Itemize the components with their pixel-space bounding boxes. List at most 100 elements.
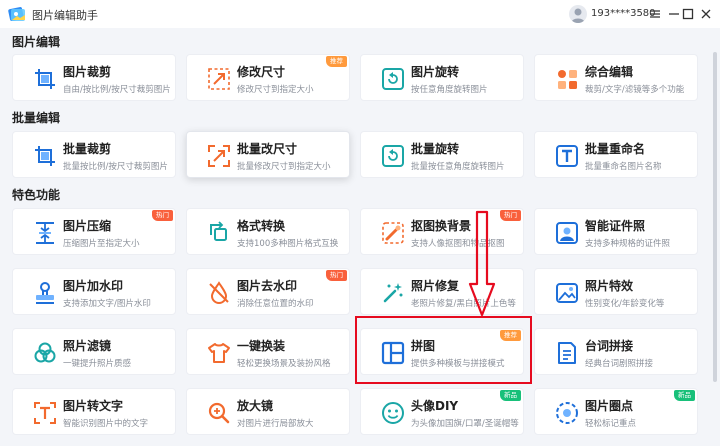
card-batch-rotate[interactable]: 批量旋转 批量按任意角度旋转图片 bbox=[360, 131, 524, 178]
card-desc: 经典台词剧照拼接 bbox=[585, 359, 654, 369]
resize-icon bbox=[207, 67, 231, 91]
convert-icon bbox=[207, 221, 231, 245]
card-desc: 一键提升照片质感 bbox=[63, 359, 132, 369]
card-title: 图片裁剪 bbox=[63, 65, 112, 79]
card-desc: 智能识别图片中的文字 bbox=[63, 419, 149, 429]
card-circle-mark[interactable]: 图片圈点 轻松标记重点 新品 bbox=[534, 388, 698, 435]
card-add-watermark[interactable]: 图片加水印 支持添加文字/图片水印 bbox=[12, 268, 176, 315]
annotation-highlight-box bbox=[355, 316, 532, 384]
card-avatar-diy[interactable]: 头像DIY 为头像加国旗/口罩/圣诞帽等 新品 bbox=[360, 388, 524, 435]
card-desc: 为头像加国旗/口罩/圣诞帽等 bbox=[411, 419, 519, 429]
card-title: 照片特效 bbox=[585, 279, 634, 293]
card-id-photo[interactable]: 智能证件照 支持多种规格的证件照 bbox=[534, 208, 698, 255]
id-photo-icon bbox=[555, 221, 579, 245]
shirt-icon bbox=[207, 341, 231, 365]
section-title-batch-edit: 批量编辑 bbox=[12, 111, 61, 125]
title-bar: 图片编辑助手 193****3580 bbox=[0, 0, 720, 28]
card-title: 抠图换背景 bbox=[411, 219, 472, 233]
rotate-icon bbox=[381, 67, 405, 91]
card-remove-watermark[interactable]: 图片去水印 消除任意位置的水印 热门 bbox=[186, 268, 350, 315]
card-title: 批量改尺寸 bbox=[237, 142, 298, 156]
card-photo-restore[interactable]: 照片修复 老照片修复/黑白照片上色等 bbox=[360, 268, 524, 315]
card-batch-resize[interactable]: 批量改尺寸 批量修改尺寸到指定大小 bbox=[186, 131, 350, 178]
card-title: 智能证件照 bbox=[585, 219, 646, 233]
card-general-edit[interactable]: 综合编辑 裁剪/文字/滤镜等多个功能 bbox=[534, 54, 698, 101]
card-title: 台词拼接 bbox=[585, 339, 634, 353]
card-title: 照片滤镜 bbox=[63, 339, 112, 353]
section-title-image-edit: 图片编辑 bbox=[12, 35, 61, 49]
app-logo-icon bbox=[8, 5, 26, 23]
card-desc: 批量按比例/按尺寸裁剪图片 bbox=[63, 162, 168, 172]
card-desc: 裁剪/文字/滤镜等多个功能 bbox=[585, 85, 685, 95]
card-ocr[interactable]: 图片转文字 智能识别图片中的文字 bbox=[12, 388, 176, 435]
card-title: 批量旋转 bbox=[411, 142, 460, 156]
card-rotate[interactable]: 图片旋转 按任意角度旋转图片 bbox=[360, 54, 524, 101]
circle-mark-icon bbox=[555, 401, 579, 425]
card-compress[interactable]: 图片压缩 压缩图片至指定大小 热门 bbox=[12, 208, 176, 255]
card-desc: 轻松更换场景及装扮风格 bbox=[237, 359, 331, 369]
card-desc: 支持100多种图片格式互换 bbox=[237, 239, 339, 249]
batch-crop-icon bbox=[33, 144, 57, 168]
card-batch-crop[interactable]: 批量裁剪 批量按比例/按尺寸裁剪图片 bbox=[12, 131, 176, 178]
quote-icon bbox=[555, 341, 579, 365]
card-desc: 批量重命名图片名称 bbox=[585, 162, 662, 172]
card-desc: 支持添加文字/图片水印 bbox=[63, 299, 151, 309]
annotation-arrow bbox=[468, 210, 496, 317]
menu-icon[interactable] bbox=[645, 4, 665, 24]
hot-badge: 热门 bbox=[500, 210, 521, 221]
ocr-icon bbox=[33, 401, 57, 425]
card-photo-effect[interactable]: 照片特效 性别变化/年龄变化等 bbox=[534, 268, 698, 315]
card-quote-stitch[interactable]: 台词拼接 经典台词剧照拼接 bbox=[534, 328, 698, 375]
scrollbar[interactable] bbox=[713, 52, 717, 382]
filter-icon bbox=[33, 341, 57, 365]
card-magnifier[interactable]: 放大镜 对图片进行局部放大 bbox=[186, 388, 350, 435]
card-desc: 自由/按比例/按尺寸裁剪图片 bbox=[63, 85, 171, 95]
card-title: 一键换装 bbox=[237, 339, 286, 353]
new-badge: 新品 bbox=[674, 390, 695, 401]
hot-badge: 热门 bbox=[152, 210, 173, 221]
user-avatar-icon[interactable] bbox=[569, 5, 587, 23]
card-title: 批量裁剪 bbox=[63, 142, 112, 156]
section-title-featured: 特色功能 bbox=[12, 188, 61, 202]
card-title: 头像DIY bbox=[411, 399, 459, 413]
magic-wand-icon bbox=[381, 281, 405, 305]
card-desc: 修改尺寸到指定大小 bbox=[237, 85, 314, 95]
card-desc: 压缩图片至指定大小 bbox=[63, 239, 140, 249]
close-icon[interactable] bbox=[696, 4, 716, 24]
card-outfit-change[interactable]: 一键换装 轻松更换场景及装扮风格 bbox=[186, 328, 350, 375]
card-title: 图片压缩 bbox=[63, 219, 112, 233]
effect-icon bbox=[555, 281, 579, 305]
cutout-icon bbox=[381, 221, 405, 245]
rename-icon bbox=[555, 144, 579, 168]
recommend-badge: 推荐 bbox=[326, 56, 347, 67]
card-desc: 轻松标记重点 bbox=[585, 419, 637, 429]
new-badge: 新品 bbox=[500, 390, 521, 401]
card-desc: 批量按任意角度旋转图片 bbox=[411, 162, 505, 172]
card-desc: 批量修改尺寸到指定大小 bbox=[237, 162, 331, 172]
face-icon bbox=[381, 401, 405, 425]
card-resize[interactable]: 修改尺寸 修改尺寸到指定大小 推荐 bbox=[186, 54, 350, 101]
card-desc: 按任意角度旋转图片 bbox=[411, 85, 488, 95]
compress-icon bbox=[33, 221, 57, 245]
magnifier-icon bbox=[207, 401, 231, 425]
remove-watermark-icon bbox=[207, 281, 231, 305]
card-title: 图片去水印 bbox=[237, 279, 298, 293]
card-title: 格式转换 bbox=[237, 219, 286, 233]
card-format-convert[interactable]: 格式转换 支持100多种图片格式互换 bbox=[186, 208, 350, 255]
card-title: 图片旋转 bbox=[411, 65, 460, 79]
card-photo-filter[interactable]: 照片滤镜 一键提升照片质感 bbox=[12, 328, 176, 375]
stamp-icon bbox=[33, 281, 57, 305]
batch-rotate-icon bbox=[381, 144, 405, 168]
card-desc: 消除任意位置的水印 bbox=[237, 299, 314, 309]
card-desc: 性别变化/年龄变化等 bbox=[585, 299, 665, 309]
card-title: 照片修复 bbox=[411, 279, 460, 293]
card-cutout[interactable]: 抠图换背景 支持人像抠图和物品抠图 热门 bbox=[360, 208, 524, 255]
crop-icon bbox=[33, 67, 57, 91]
maximize-icon[interactable] bbox=[678, 4, 698, 24]
card-batch-rename[interactable]: 批量重命名 批量重命名图片名称 bbox=[534, 131, 698, 178]
card-title: 图片圈点 bbox=[585, 399, 634, 413]
card-image-crop[interactable]: 图片裁剪 自由/按比例/按尺寸裁剪图片 bbox=[12, 54, 176, 101]
card-desc: 老照片修复/黑白照片上色等 bbox=[411, 299, 516, 309]
card-title: 修改尺寸 bbox=[237, 65, 286, 79]
hot-badge: 热门 bbox=[326, 270, 347, 281]
